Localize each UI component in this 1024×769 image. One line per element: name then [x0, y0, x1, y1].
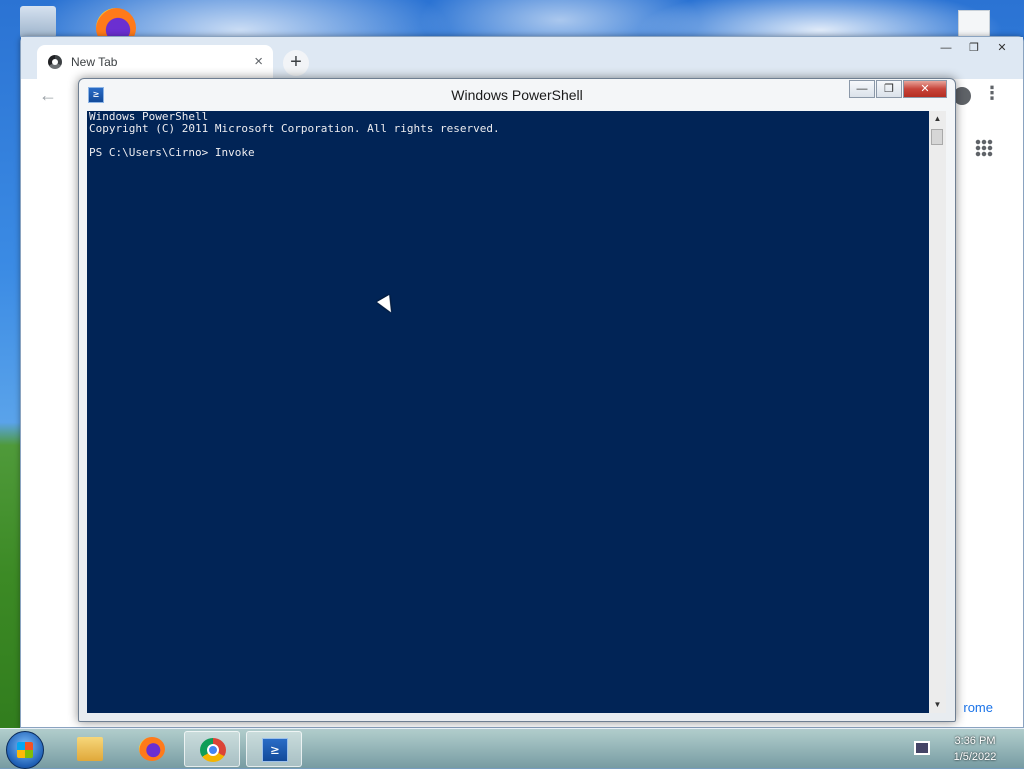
new-tab-button[interactable]: + [283, 50, 309, 76]
clock[interactable]: 3:36 PM 1/5/2022 [940, 733, 1010, 765]
console-prompt-line: PS C:\Users\Cirno> Invoke [89, 146, 255, 159]
apps-grid-icon[interactable] [975, 139, 993, 157]
maximize-button[interactable]: ❐ [963, 41, 985, 55]
console-output[interactable]: Windows PowerShell Copyright (C) 2011 Mic… [87, 111, 929, 713]
kebab-menu-icon[interactable]: ⋮ [983, 83, 1001, 104]
network-icon[interactable] [914, 741, 930, 755]
tab-close-icon[interactable]: × [254, 45, 263, 79]
close-button[interactable]: ✕ [903, 80, 947, 98]
taskbar-firefox[interactable] [124, 731, 180, 767]
start-button[interactable] [6, 731, 44, 769]
firefox-icon [139, 737, 165, 761]
scroll-up-icon[interactable]: ▲ [929, 111, 946, 127]
tab-new-tab[interactable]: New Tab × [37, 45, 273, 79]
customize-chrome-button[interactable]: rome [953, 696, 1003, 719]
chrome-tabstrip: New Tab × + — ❐ ✕ [21, 37, 1023, 79]
window-title: Windows PowerShell [451, 87, 583, 103]
taskbar-chrome[interactable] [184, 731, 240, 767]
minimize-button[interactable]: — [849, 80, 875, 98]
chrome-icon [200, 738, 226, 762]
console-line: Copyright (C) 2011 Microsoft Corporation… [89, 122, 500, 135]
maximize-button[interactable]: ❐ [876, 80, 902, 98]
minimize-button[interactable]: — [935, 41, 957, 55]
chrome-favicon-icon [48, 55, 62, 69]
chrome-window-controls: — ❐ ✕ [935, 41, 1013, 55]
powershell-icon[interactable]: ≥ [88, 87, 104, 103]
powershell-titlebar[interactable]: Windows PowerShell ≥ — ❐ ✕ [79, 79, 955, 111]
scroll-thumb[interactable] [931, 129, 943, 145]
back-arrow-icon[interactable]: ← [39, 85, 57, 106]
taskbar-powershell[interactable]: ≥ [246, 731, 302, 767]
powershell-window: Windows PowerShell ≥ — ❐ ✕ Windows Power… [78, 78, 956, 722]
folder-icon [77, 737, 103, 761]
scroll-down-icon[interactable]: ▼ [929, 697, 946, 713]
vertical-scrollbar[interactable]: ▲ ▼ [929, 111, 946, 713]
tab-title: New Tab [71, 55, 118, 69]
powershell-icon: ≥ [262, 738, 288, 762]
close-button[interactable]: ✕ [991, 41, 1013, 55]
clock-date: 1/5/2022 [953, 751, 997, 763]
powershell-window-controls: — ❐ ✕ [849, 80, 947, 98]
taskbar-explorer[interactable] [62, 731, 118, 767]
taskbar: ≥ 3:36 PM 1/5/2022 [0, 728, 1024, 769]
clock-time: 3:36 PM [954, 735, 996, 747]
